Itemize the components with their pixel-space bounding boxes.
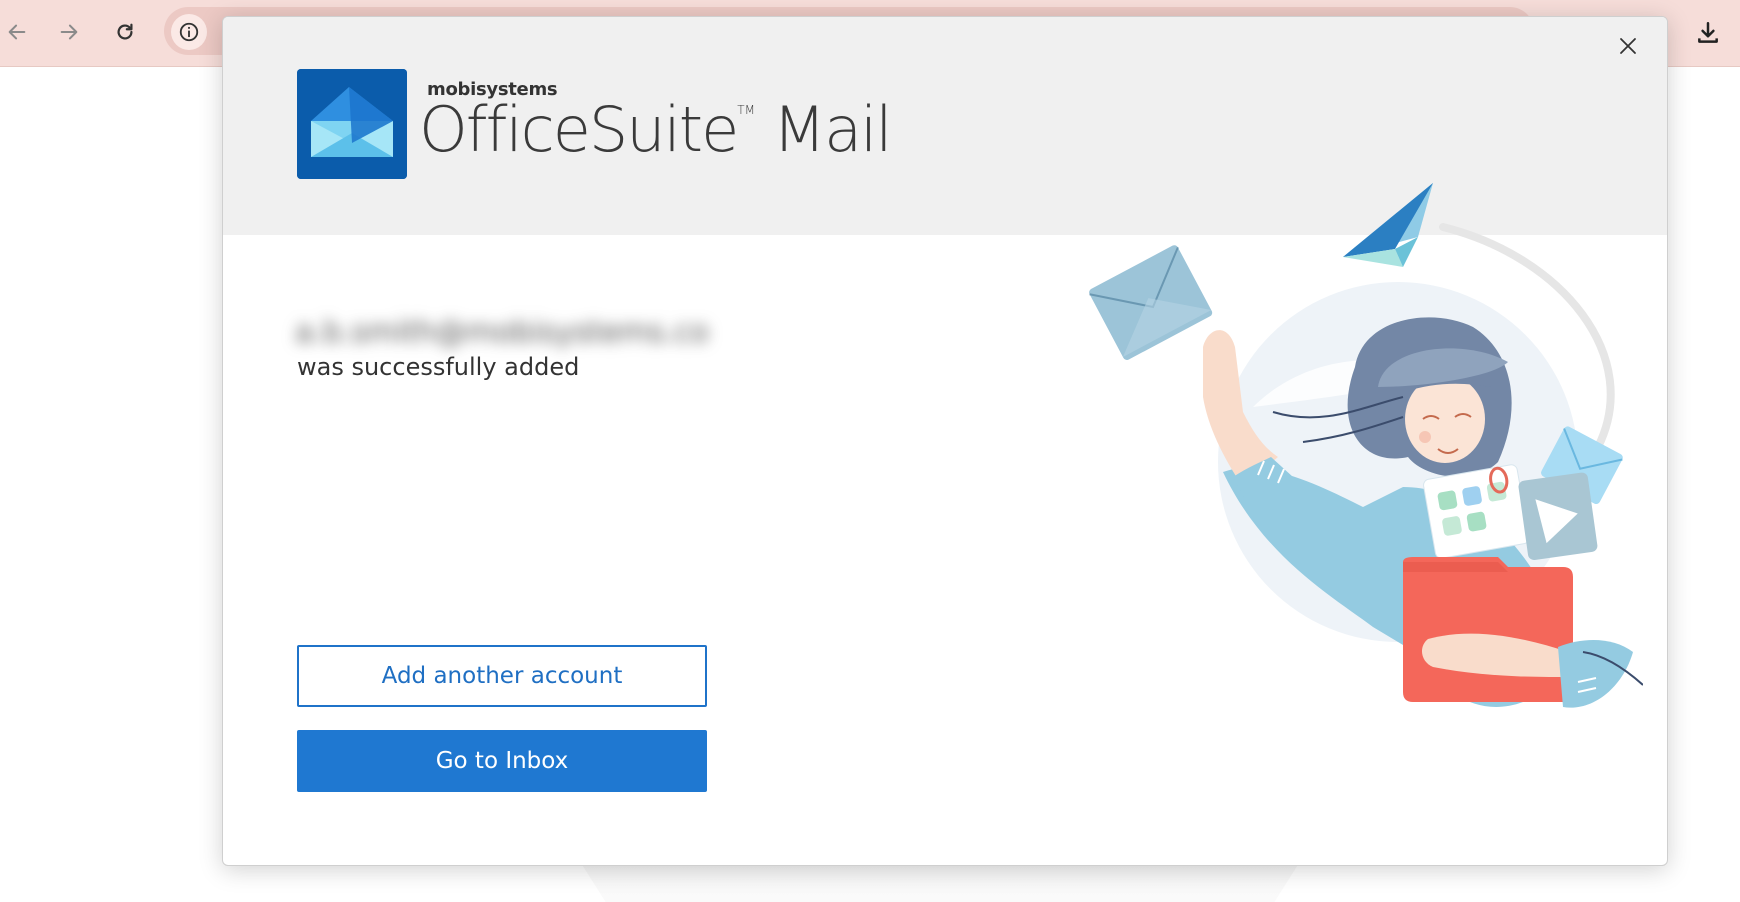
success-message: was successfully added: [297, 353, 580, 381]
download-button[interactable]: [1688, 13, 1728, 53]
trademark-mark: TM: [737, 103, 755, 117]
back-button[interactable]: [0, 13, 36, 51]
play-card-icon: [1518, 472, 1598, 561]
go-to-inbox-button[interactable]: Go to Inbox: [297, 730, 707, 792]
envelope-left-icon: [1089, 245, 1213, 360]
add-another-account-button[interactable]: Add another account: [297, 645, 707, 707]
reload-icon: [117, 23, 133, 40]
arrow-right-icon: [60, 24, 78, 40]
brand-product-suffix: Mail: [754, 93, 893, 166]
mail-illustration: [1089, 183, 1643, 708]
document-icon: [1423, 464, 1530, 559]
account-email: a.b.smith@mobisystems.co: [295, 315, 709, 350]
info-icon: [179, 22, 199, 42]
download-icon: [1698, 22, 1718, 43]
forward-button[interactable]: [50, 13, 88, 51]
reload-button[interactable]: [106, 13, 144, 51]
paper-plane-icon: [1343, 183, 1433, 267]
close-icon: [1620, 38, 1636, 54]
account-added-dialog: mobisystems OfficeSuiteTM Mail a.b.smith…: [222, 16, 1668, 866]
close-button[interactable]: [1609, 27, 1647, 65]
brand-product-label: OfficeSuite: [419, 93, 739, 166]
arrow-left-icon: [8, 24, 26, 40]
folder-icon: [1403, 557, 1573, 702]
site-info-button[interactable]: [171, 14, 207, 50]
brand-product-name: OfficeSuiteTM Mail: [419, 93, 893, 166]
officesuite-mail-logo: [297, 69, 407, 179]
